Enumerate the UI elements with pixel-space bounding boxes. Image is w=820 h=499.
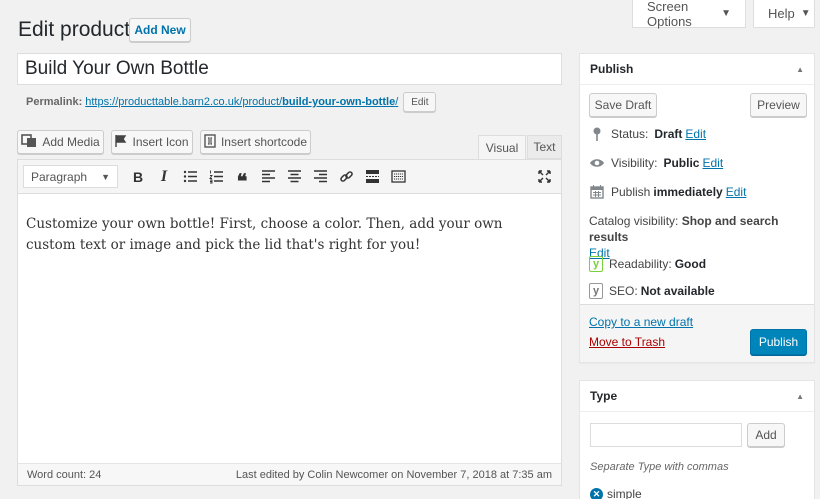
catalog-visibility-label: Catalog visibility: <box>589 214 679 228</box>
copy-to-draft-link[interactable]: Copy to a new draft <box>589 315 693 329</box>
insert-shortcode-button[interactable]: Insert shortcode <box>200 130 311 154</box>
visibility-row: Visibility: Public Edit <box>589 155 723 171</box>
status-label: Status: <box>611 127 649 141</box>
read-more-icon[interactable] <box>360 165 384 189</box>
publish-actions: Copy to a new draft Move to Trash Publis… <box>580 304 814 362</box>
publish-time-label: Publish <box>611 185 651 199</box>
permalink-tail: / <box>395 96 399 108</box>
seo-label: SEO: <box>609 284 638 298</box>
format-select[interactable]: Paragraph ▼ <box>23 165 118 188</box>
page-title: Edit product <box>18 18 131 41</box>
status-edit-link[interactable]: Edit <box>685 127 706 141</box>
collapse-arrow-icon[interactable]: ▲ <box>796 65 804 74</box>
type-tag-label: simple <box>607 487 642 499</box>
seo-value: Not available <box>640 284 715 298</box>
yoast-readability-icon: y <box>589 256 603 272</box>
align-right-icon[interactable] <box>308 165 332 189</box>
readability-label: Readability: <box>609 257 672 271</box>
fullscreen-icon[interactable] <box>532 165 556 189</box>
type-hint: Separate Type with commas <box>590 461 729 473</box>
permalink-slug: build-your-own-bottle <box>282 96 396 108</box>
screen-options-label: Screen Options <box>647 0 692 29</box>
publish-box: Publish ▲ Save Draft Preview Status: Dra… <box>579 53 815 363</box>
toolbar-toggle-icon[interactable] <box>386 165 410 189</box>
preview-button[interactable]: Preview <box>750 93 807 117</box>
type-box: Type ▲ Add Separate Type with commas ✕ s… <box>579 380 815 499</box>
permalink-base: https://producttable.barn2.co.uk/product… <box>85 96 283 108</box>
screen-options-tab[interactable]: Screen Options ▼ <box>632 0 746 29</box>
save-draft-button[interactable]: Save Draft <box>589 93 657 117</box>
permalink-url[interactable]: https://producttable.barn2.co.uk/product… <box>85 96 398 108</box>
catalog-visibility-row: Catalog visibility: Shop and search resu… <box>589 213 807 261</box>
readability-row: y Readability: Good <box>589 256 706 272</box>
caret-down-icon: ▼ <box>721 8 731 19</box>
publish-box-header[interactable]: Publish ▲ <box>580 54 814 85</box>
add-media-label: Add Media <box>42 135 100 149</box>
publish-button[interactable]: Publish <box>750 329 807 355</box>
bulleted-list-icon[interactable] <box>178 165 202 189</box>
numbered-list-icon[interactable] <box>204 165 228 189</box>
tab-text[interactable]: Text <box>527 135 562 159</box>
editor-toolbar: Paragraph ▼ B I ❝ <box>18 160 561 194</box>
link-icon[interactable] <box>334 165 358 189</box>
seo-row: y SEO: Not available <box>589 283 715 299</box>
add-media-button[interactable]: Add Media <box>17 130 104 154</box>
bold-icon[interactable]: B <box>126 165 150 189</box>
insert-shortcode-label: Insert shortcode <box>220 135 308 149</box>
help-label: Help <box>768 6 795 21</box>
permalink-edit-button[interactable]: Edit <box>403 92 437 112</box>
chevron-down-icon: ▼ <box>101 171 110 182</box>
eye-icon <box>589 155 605 171</box>
status-value: Draft <box>654 127 683 141</box>
visibility-edit-link[interactable]: Edit <box>702 156 723 170</box>
editor-content[interactable]: Customize your own bottle! First, choose… <box>18 194 561 256</box>
editor-status-bar: Word count: 24 Last edited by Colin Newc… <box>18 463 561 485</box>
type-add-button[interactable]: Add <box>747 423 785 447</box>
publish-time-value: immediately <box>653 185 723 199</box>
visibility-label: Visibility: <box>611 156 658 170</box>
align-left-icon[interactable] <box>256 165 280 189</box>
word-count: Word count: 24 <box>27 468 102 481</box>
editor-container: Paragraph ▼ B I ❝ Customize your own bot… <box>17 159 562 486</box>
caret-down-icon: ▼ <box>800 8 811 19</box>
last-edited: Last edited by Colin Newcomer on Novembe… <box>235 468 552 481</box>
type-input[interactable] <box>590 423 742 447</box>
yoast-seo-icon: y <box>589 283 603 299</box>
publish-time-row: Publish immediately Edit <box>589 184 746 200</box>
blockquote-icon[interactable]: ❝ <box>230 165 254 193</box>
flag-icon <box>115 134 127 150</box>
permalink-row: Permalink: https://producttable.barn2.co… <box>26 92 437 112</box>
insert-icon-button[interactable]: Insert Icon <box>111 130 193 154</box>
shortcode-icon <box>204 133 216 151</box>
permalink-label: Permalink: <box>26 96 83 108</box>
type-box-title: Type <box>590 389 618 403</box>
collapse-arrow-icon[interactable]: ▲ <box>796 392 804 401</box>
calendar-icon <box>589 184 605 200</box>
remove-tag-icon[interactable]: ✕ <box>590 487 603 499</box>
format-select-value: Paragraph <box>31 169 88 184</box>
visibility-value: Public <box>663 156 700 170</box>
publish-box-title: Publish <box>590 62 634 76</box>
type-box-header[interactable]: Type ▲ <box>580 381 814 412</box>
type-tag: ✕ simple <box>590 487 642 499</box>
move-to-trash-link[interactable]: Move to Trash <box>589 335 665 349</box>
publish-time-edit-link[interactable]: Edit <box>726 185 747 199</box>
media-icon <box>21 133 37 151</box>
italic-icon[interactable]: I <box>152 165 176 189</box>
pin-icon <box>589 126 605 142</box>
add-new-button[interactable]: Add New <box>129 18 191 42</box>
status-row: Status: Draft Edit <box>589 126 706 142</box>
readability-value: Good <box>674 257 707 271</box>
insert-icon-label: Insert Icon <box>132 135 189 149</box>
align-center-icon[interactable] <box>282 165 306 189</box>
tab-visual[interactable]: Visual <box>478 135 526 160</box>
help-tab[interactable]: Help ▼ <box>753 0 815 28</box>
post-title-input[interactable] <box>17 53 562 85</box>
